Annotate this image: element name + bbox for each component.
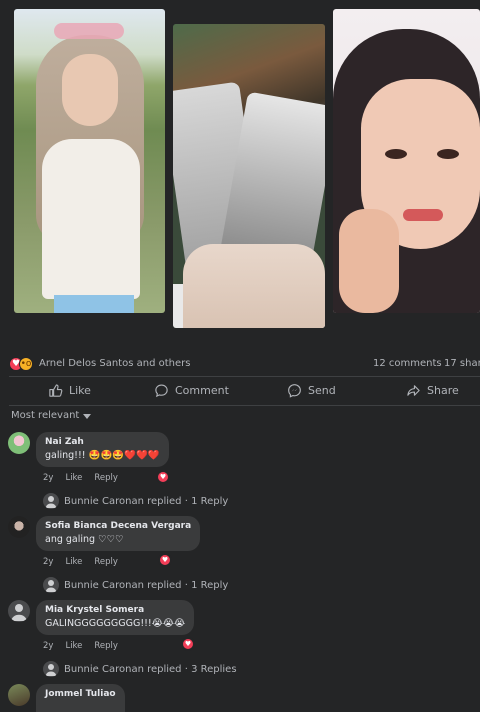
comment-bubble: Sofia Bianca Decena Vergara ang galing ♡…	[36, 516, 201, 551]
comment-meta: 2y Like Reply	[43, 641, 118, 651]
comment-text: galing!!! 🤩🤩🤩❤️❤️❤️	[45, 450, 160, 461]
heart-reaction-icon[interactable]: ♥	[158, 553, 172, 567]
comment-text: ang galing ♡♡♡	[45, 534, 124, 545]
photo-3[interactable]	[333, 9, 480, 313]
messenger-icon	[288, 384, 301, 398]
action-bar: Like Comment Send Share	[0, 380, 480, 402]
photo-2[interactable]	[173, 24, 325, 328]
replies-text: Bunnie Caronan replied · 1 Reply	[64, 495, 229, 507]
send-label: Send	[308, 384, 336, 397]
share-button[interactable]: Share	[406, 383, 459, 398]
commenter-name[interactable]: Mia Krystel Somera	[45, 605, 185, 615]
avatar	[43, 661, 59, 677]
replies-text: Bunnie Caronan replied · 1 Reply	[64, 579, 229, 591]
comment-text: GALINGGGGGGGGG!!!😭😭😭	[45, 618, 186, 629]
comment-bubble: Nai Zah galing!!! 🤩🤩🤩❤️❤️❤️	[36, 432, 169, 467]
comment-label: Comment	[175, 384, 229, 397]
default-avatar-icon	[11, 604, 27, 621]
avatar	[43, 493, 59, 509]
comment-like-link[interactable]: Like	[65, 641, 82, 651]
view-replies-link[interactable]: Bunnie Caronan replied · 3 Replies	[43, 661, 237, 677]
photo-strip	[0, 0, 480, 336]
avatar	[43, 577, 59, 593]
divider	[9, 405, 480, 406]
comment-age: 2y	[43, 641, 54, 651]
photo-1[interactable]	[14, 9, 165, 313]
like-label: Like	[69, 384, 91, 397]
commenter-name[interactable]: Jommel Tuliao	[45, 689, 116, 699]
share-icon	[407, 385, 420, 396]
share-label: Share	[427, 384, 459, 397]
comment-button[interactable]: Comment	[154, 383, 229, 398]
sort-dropdown[interactable]: Most relevant	[11, 410, 92, 421]
avatar[interactable]	[8, 684, 30, 706]
reaction-names[interactable]: Arnel Delos Santos and others	[39, 358, 190, 369]
comment-bubble: Mia Krystel Somera GALINGGGGGGGGG!!!😭😭😭	[36, 600, 195, 635]
sort-label: Most relevant	[11, 410, 80, 421]
wow-reaction-icon: •o	[19, 357, 33, 371]
reaction-icons[interactable]: ♥ •o	[9, 357, 35, 373]
chevron-down-icon	[83, 413, 92, 419]
comment-meta: 2y Like Reply	[43, 557, 118, 567]
like-button[interactable]: Like	[48, 383, 91, 398]
comment-reply-link[interactable]: Reply	[94, 473, 118, 483]
heart-reaction-icon[interactable]: ♥	[156, 470, 170, 484]
commenter-name[interactable]: Nai Zah	[45, 437, 160, 447]
send-button[interactable]: Send	[287, 383, 336, 398]
view-replies-link[interactable]: Bunnie Caronan replied · 1 Reply	[43, 577, 228, 593]
reactions-summary: ♥ •o Arnel Delos Santos and others 12 co…	[9, 356, 480, 374]
comment-reply-link[interactable]: Reply	[94, 641, 118, 651]
avatar[interactable]	[8, 600, 30, 622]
shares-count[interactable]: 17 shares	[444, 358, 480, 369]
avatar[interactable]	[8, 516, 30, 538]
comment-like-link[interactable]: Like	[65, 557, 82, 567]
view-replies-link[interactable]: Bunnie Caronan replied · 1 Reply	[43, 493, 228, 509]
commenter-name[interactable]: Sofia Bianca Decena Vergara	[45, 521, 191, 531]
comment-icon	[155, 384, 168, 398]
comment-age: 2y	[43, 473, 54, 483]
divider	[9, 376, 480, 377]
comments-count[interactable]: 12 comments	[373, 358, 442, 369]
replies-text: Bunnie Caronan replied · 3 Replies	[64, 663, 237, 675]
comment-meta: 2y Like Reply	[43, 473, 118, 483]
heart-reaction-icon[interactable]: ♥	[181, 637, 195, 651]
comment-reply-link[interactable]: Reply	[94, 557, 118, 567]
thumbs-up-icon	[49, 384, 63, 397]
avatar[interactable]	[8, 432, 30, 454]
comment-like-link[interactable]: Like	[65, 473, 82, 483]
comment-bubble: Jommel Tuliao	[36, 684, 125, 712]
comment-age: 2y	[43, 557, 54, 567]
